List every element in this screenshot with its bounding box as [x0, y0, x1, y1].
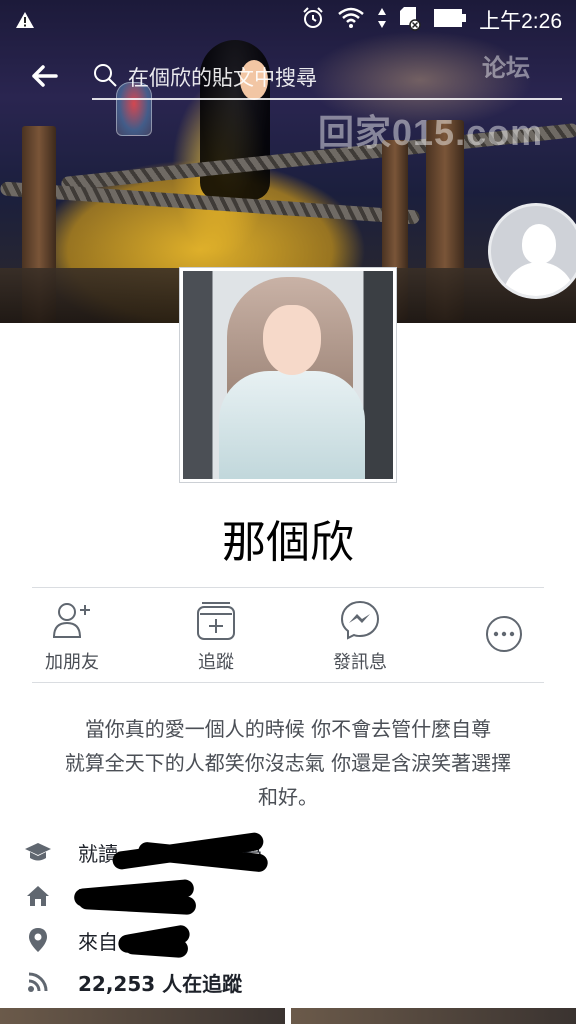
follow-button[interactable]: 追蹤: [156, 598, 276, 682]
avatar-head-shape: [522, 224, 556, 264]
messenger-icon: [338, 598, 382, 642]
location-pin-icon: [24, 926, 52, 954]
photo-thumbnail[interactable]: [0, 1008, 285, 1024]
status-bar: 上午2:26: [0, 0, 576, 40]
info-education-text: 就讀大學: [78, 831, 269, 873]
bio-line: 和好。: [258, 785, 318, 809]
default-avatar[interactable]: [488, 203, 576, 299]
divider: [32, 587, 544, 588]
info-from[interactable]: 來自市: [24, 923, 564, 958]
add-friend-label: 加朋友: [45, 652, 99, 673]
home-icon: [24, 882, 52, 910]
rss-feed-icon: [24, 968, 52, 996]
action-bar: 加朋友 追蹤 發訊息: [0, 598, 576, 682]
data-arrows-icon: [377, 6, 387, 35]
divider: [32, 682, 544, 683]
follow-icon: [194, 598, 238, 642]
watermark-main-text: 回家015.com: [318, 112, 544, 153]
wifi-icon: [337, 7, 365, 34]
bio-line: 當你真的愛一個人的時候 你不會去管什麼自尊: [84, 717, 492, 741]
sd-card-icon: [399, 5, 421, 36]
photo-thumbnail[interactable]: [291, 1008, 576, 1024]
battery-icon: [433, 7, 467, 34]
avatar-body-shape: [503, 262, 575, 296]
photo-face: [263, 305, 321, 375]
info-followers[interactable]: 22,253 人在追蹤: [24, 966, 564, 998]
add-friend-button[interactable]: 加朋友: [12, 598, 132, 682]
photo-clothing: [219, 371, 365, 479]
from-prefix: 來自: [78, 929, 118, 954]
message-button[interactable]: 發訊息: [300, 598, 420, 682]
profile-photo[interactable]: [180, 268, 396, 482]
back-button[interactable]: [26, 60, 62, 96]
more-icon: [482, 612, 526, 656]
info-from-text: 來自市: [78, 923, 192, 958]
search-placeholder: 在個欣的貼文中搜尋: [128, 66, 317, 90]
follow-label: 追蹤: [198, 652, 234, 673]
bio-line: 就算全天下的人都笑你沒志氣 你還是含淚笑著選擇: [64, 751, 512, 775]
redaction-mark: [123, 935, 189, 958]
info-education[interactable]: 就讀大學: [24, 831, 564, 873]
photos-strip[interactable]: [0, 1008, 576, 1024]
more-button[interactable]: [444, 598, 564, 682]
search-icon: [92, 62, 118, 92]
back-arrow-icon: [30, 64, 58, 92]
status-time: 上午2:26: [479, 10, 562, 33]
watermark: 论坛 回家015.com: [314, 48, 576, 153]
info-lives-in[interactable]: 現居: [24, 878, 564, 915]
profile-name: 那個欣: [222, 517, 354, 568]
watermark-top-text: 论坛: [482, 54, 530, 82]
warning-icon: [14, 10, 36, 30]
info-lives-in-text: 現居: [73, 878, 198, 915]
alarm-icon: [301, 6, 325, 35]
add-friend-icon: [50, 598, 94, 642]
profile-bio: 當你真的愛一個人的時候 你不會去管什麼自尊 就算全天下的人都笑你沒志氣 你還是含…: [20, 712, 556, 814]
graduation-cap-icon: [24, 838, 52, 866]
message-label: 發訊息: [333, 652, 387, 673]
followers-count: 22,253 人在追蹤: [78, 971, 243, 996]
